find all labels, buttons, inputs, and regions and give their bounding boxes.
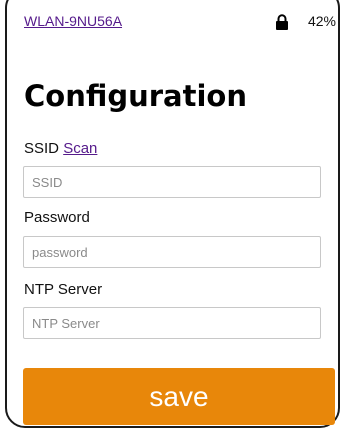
- ntp-server-label: NTP Server: [24, 281, 103, 298]
- ntp-server-input[interactable]: [23, 307, 321, 339]
- ssid-label: SSID: [24, 140, 60, 157]
- lock-icon: [276, 14, 288, 30]
- page-title: Configuration: [24, 79, 247, 113]
- password-label: Password: [24, 209, 90, 226]
- battery-percent: 42%: [307, 13, 336, 29]
- save-button[interactable]: save: [23, 368, 335, 425]
- scan-link[interactable]: Scan: [63, 140, 97, 157]
- ssid-input[interactable]: [23, 166, 321, 198]
- status-bar: WLAN-9NU56A 42%: [24, 13, 336, 33]
- ssid-label-row: SSID Scan: [24, 140, 97, 158]
- network-name-link[interactable]: WLAN-9NU56A: [24, 13, 122, 29]
- password-input[interactable]: [23, 236, 321, 268]
